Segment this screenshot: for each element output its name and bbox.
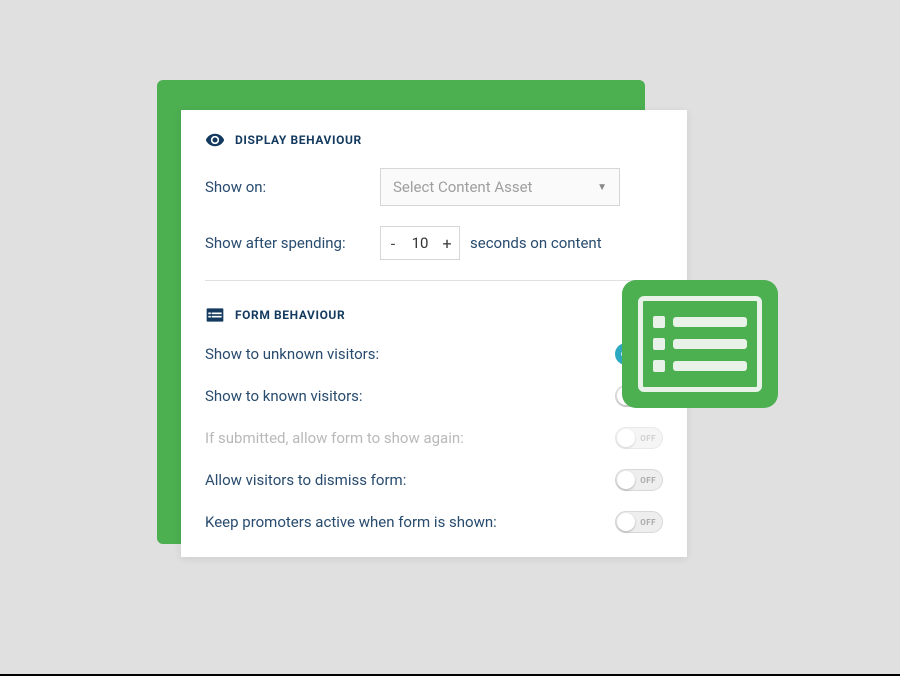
toggle-state-text: OFF	[640, 476, 656, 485]
section-divider	[205, 280, 663, 281]
show-after-label: Show after spending:	[205, 234, 380, 252]
stepper-plus-button[interactable]: +	[435, 227, 459, 259]
toggle-row-known-visitors: Show to known visitors: OFF	[205, 385, 663, 407]
display-section-title: DISPLAY BEHAVIOUR	[235, 133, 362, 147]
show-on-row: Show on: Select Content Asset ▼	[205, 168, 663, 206]
show-after-row: Show after spending: - 10 + seconds on c…	[205, 226, 663, 260]
toggle-knob	[617, 471, 635, 489]
toggle-label: Show to unknown visitors:	[205, 345, 379, 363]
form-icon	[205, 305, 225, 325]
toggle-promoters[interactable]: OFF	[615, 511, 663, 533]
show-after-suffix: seconds on content	[470, 234, 602, 252]
form-section-header: FORM BEHAVIOUR	[205, 305, 663, 325]
list-badge-icon	[622, 280, 778, 408]
toggle-dismiss[interactable]: OFF	[615, 469, 663, 491]
toggle-row-show-again: If submitted, allow form to show again: …	[205, 427, 663, 449]
stepper-value: 10	[405, 234, 435, 252]
select-placeholder: Select Content Asset	[393, 178, 532, 196]
toggle-row-unknown-visitors: Show to unknown visitors: ON	[205, 343, 663, 365]
settings-panel: DISPLAY BEHAVIOUR Show on: Select Conten…	[181, 110, 687, 557]
show-on-label: Show on:	[205, 178, 380, 196]
toggle-knob	[617, 429, 635, 447]
toggle-state-text: OFF	[640, 434, 656, 443]
list-badge-inner	[638, 296, 762, 392]
toggle-state-text: OFF	[640, 518, 656, 527]
toggle-row-promoters: Keep promoters active when form is shown…	[205, 511, 663, 533]
toggle-label: If submitted, allow form to show again:	[205, 429, 464, 447]
seconds-stepper: - 10 +	[380, 226, 460, 260]
toggle-show-again: OFF	[615, 427, 663, 449]
display-section-header: DISPLAY BEHAVIOUR	[205, 130, 663, 150]
toggle-label: Show to known visitors:	[205, 387, 363, 405]
toggle-label: Keep promoters active when form is shown…	[205, 513, 497, 531]
form-section-title: FORM BEHAVIOUR	[235, 308, 345, 322]
stepper-minus-button[interactable]: -	[381, 227, 405, 259]
toggle-row-dismiss: Allow visitors to dismiss form: OFF	[205, 469, 663, 491]
toggle-knob	[617, 513, 635, 531]
list-line	[653, 316, 747, 328]
list-line	[653, 338, 747, 350]
eye-icon	[205, 130, 225, 150]
chevron-down-icon: ▼	[597, 182, 607, 193]
list-line	[653, 360, 747, 372]
content-asset-select[interactable]: Select Content Asset ▼	[380, 168, 620, 206]
toggle-label: Allow visitors to dismiss form:	[205, 471, 406, 489]
